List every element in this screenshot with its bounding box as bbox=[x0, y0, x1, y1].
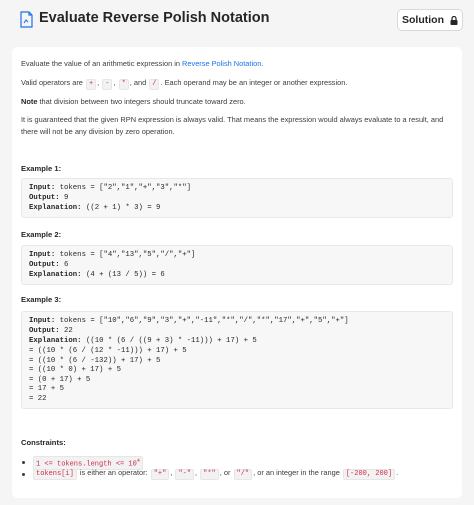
note-text: that division between two integers shoul… bbox=[37, 97, 246, 106]
or-text: , or bbox=[219, 468, 233, 477]
output-label: Output: bbox=[29, 261, 60, 269]
example-3-explanation: Explanation: ((10 * (6 / ((9 + 3) * -11)… bbox=[29, 337, 257, 347]
constraint-2: tokens[i] is either an operator: "+", "-… bbox=[32, 468, 398, 480]
explanation-step: = 17 + 5 bbox=[29, 385, 65, 393]
comma: , bbox=[113, 78, 118, 87]
example-2-block: Input: tokens = ["4","13","5","/","+"] O… bbox=[21, 245, 453, 285]
example-3-output: Output: 22 bbox=[29, 327, 73, 337]
output-label: Output: bbox=[29, 194, 60, 202]
example-2-input: Input: tokens = ["4","13","5","/","+"] bbox=[29, 251, 195, 261]
operators-suffix: . Each operand may be an integer or anot… bbox=[160, 78, 348, 87]
operator-multiply: * bbox=[118, 79, 129, 90]
input-label: Input: bbox=[29, 184, 56, 192]
header: Evaluate Reverse Polish Notation Solutio… bbox=[0, 0, 474, 42]
explanation-label: Explanation: bbox=[29, 271, 82, 279]
explanation-value: (4 + (13 / 5)) = 6 bbox=[85, 271, 165, 279]
problem-description: Evaluate the value of an arithmetic expr… bbox=[12, 47, 462, 498]
operators-text: Valid operators are bbox=[21, 78, 85, 87]
lock-icon bbox=[450, 15, 458, 25]
explanation-label: Explanation: bbox=[29, 337, 82, 345]
paragraph-guarantee-line1: It is guaranteed that the given RPN expr… bbox=[21, 115, 444, 124]
explanation-step: = 22 bbox=[29, 394, 47, 403]
and-text: , and bbox=[129, 78, 149, 87]
constraints-title: Constraints: bbox=[21, 438, 66, 447]
explanation-step: = ((10 * 0) + 17) + 5 bbox=[29, 366, 121, 374]
explanation-label: Explanation: bbox=[29, 204, 82, 212]
output-value: 22 bbox=[64, 327, 73, 335]
input-value: tokens = ["10","6","9","3","+","-11","*"… bbox=[59, 317, 349, 325]
solution-label: Solution bbox=[402, 14, 444, 26]
input-label: Input: bbox=[29, 317, 56, 325]
constraint-1-exponent: 4 bbox=[136, 458, 140, 464]
comma: , bbox=[97, 78, 102, 87]
input-label: Input: bbox=[29, 251, 56, 259]
example-3-block: Input: tokens = ["10","6","9","3","+","-… bbox=[21, 311, 453, 409]
constraint-2-text: is either an operator: bbox=[77, 468, 150, 477]
output-value: 9 bbox=[64, 194, 69, 202]
example-1-output: Output: 9 bbox=[29, 194, 68, 204]
constraint-range: [-200, 200] bbox=[342, 469, 396, 480]
paragraph-note: Note that division between two integers … bbox=[21, 97, 246, 107]
page-title: Evaluate Reverse Polish Notation bbox=[39, 10, 270, 26]
note-bold: Note bbox=[21, 97, 38, 106]
explanation-step: = ((10 * (6 / -132)) + 17) + 5 bbox=[29, 356, 161, 365]
example-2-output: Output: 6 bbox=[29, 261, 68, 271]
output-label: Output: bbox=[29, 327, 60, 335]
example-1-block: Input: tokens = ["2","1","+","3","*"] Ou… bbox=[21, 178, 453, 218]
example-3-title: Example 3: bbox=[21, 295, 62, 304]
comma: , bbox=[195, 468, 200, 477]
comma: , bbox=[170, 468, 175, 477]
bullet bbox=[22, 473, 25, 476]
operator-minus: - bbox=[102, 79, 113, 90]
output-value: 6 bbox=[64, 261, 69, 269]
example-2-explanation: Explanation: (4 + (13 / 5)) = 6 bbox=[29, 271, 165, 281]
constraint-op-minus: "-" bbox=[175, 469, 195, 480]
input-value: tokens = ["2","1","+","3","*"] bbox=[59, 184, 192, 192]
rpn-link[interactable]: Reverse Polish Notation bbox=[182, 59, 261, 68]
constraint-op-plus: "+" bbox=[150, 469, 170, 480]
constraint-op-divide: "/" bbox=[233, 469, 253, 480]
bullet bbox=[22, 461, 25, 464]
example-1-explanation: Explanation: ((2 + 1) * 3) = 9 bbox=[29, 204, 160, 214]
solution-button[interactable]: Solution bbox=[397, 9, 463, 31]
intro-text: Evaluate the value of an arithmetic expr… bbox=[21, 59, 183, 68]
explanation-value: ((10 * (6 / ((9 + 3) * -11))) + 17) + 5 bbox=[85, 337, 257, 345]
example-2-title: Example 2: bbox=[21, 230, 62, 239]
paragraph-operators: Valid operators are +, -, *, and /. Each… bbox=[21, 78, 347, 90]
explanation-step: = ((10 * (6 / (12 * -11))) + 17) + 5 bbox=[29, 347, 187, 355]
example-1-title: Example 1: bbox=[21, 164, 62, 173]
constraint-2-rest: , or an integer in the range bbox=[253, 468, 342, 477]
operator-plus: + bbox=[85, 79, 97, 90]
example-3-input: Input: tokens = ["10","6","9","3","+","-… bbox=[29, 317, 349, 327]
example-1-input: Input: tokens = ["2","1","+","3","*"] bbox=[29, 184, 191, 194]
constraint-2-code: tokens[i] bbox=[33, 469, 77, 480]
constraint-op-multiply: "*" bbox=[200, 469, 219, 480]
description-icon bbox=[20, 11, 33, 28]
explanation-step: = (0 + 17) + 5 bbox=[29, 375, 91, 384]
input-value: tokens = ["4","13","5","/","+"] bbox=[59, 251, 196, 259]
period: . bbox=[396, 468, 399, 477]
paragraph-intro: Evaluate the value of an arithmetic expr… bbox=[21, 59, 263, 69]
explanation-value: ((2 + 1) * 3) = 9 bbox=[85, 204, 161, 212]
intro-period: . bbox=[261, 59, 264, 68]
operator-divide: / bbox=[149, 79, 160, 90]
paragraph-guarantee-line2: there will not be any division by zero o… bbox=[21, 127, 175, 136]
